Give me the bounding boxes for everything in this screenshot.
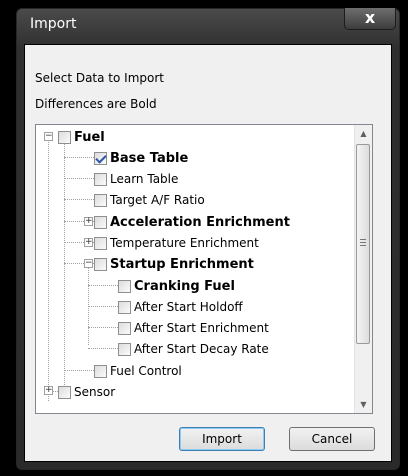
checkbox[interactable] bbox=[94, 215, 107, 229]
checkbox[interactable] bbox=[94, 364, 107, 378]
tree-item-label: Base Table bbox=[110, 150, 189, 166]
collapse-fuel-icon[interactable]: − bbox=[44, 132, 53, 141]
vertical-scrollbar[interactable]: ▲ ▼ bbox=[354, 125, 372, 413]
tree-item-label: Target A/F Ratio bbox=[110, 193, 205, 207]
tree-item-fuel[interactable]: Fuel bbox=[58, 127, 105, 147]
tree-line bbox=[88, 327, 118, 328]
checkbox[interactable] bbox=[118, 300, 131, 314]
checkbox[interactable] bbox=[94, 257, 107, 271]
grip-icon bbox=[360, 242, 366, 243]
expand-acceleration-icon[interactable]: + bbox=[84, 217, 93, 226]
tree-item-learn-table[interactable]: Learn Table bbox=[94, 169, 178, 189]
expand-temperature-icon[interactable]: + bbox=[84, 238, 93, 247]
checkbox[interactable] bbox=[118, 321, 131, 335]
expand-sensor-icon[interactable]: + bbox=[44, 386, 53, 395]
grip-icon bbox=[360, 239, 366, 240]
checkbox[interactable] bbox=[94, 172, 107, 186]
tree-item-after-start-holdoff[interactable]: After Start Holdoff bbox=[118, 297, 243, 317]
tree-line bbox=[88, 306, 118, 307]
tree-item-label: Startup Enrichment bbox=[110, 256, 254, 272]
checkbox[interactable] bbox=[118, 279, 131, 293]
tree-item-label: After Start Enrichment bbox=[134, 321, 269, 335]
tree-item-target-af-ratio[interactable]: Target A/F Ratio bbox=[94, 190, 205, 210]
tree-item-base-table[interactable]: Base Table bbox=[94, 148, 188, 168]
scroll-up-icon[interactable]: ▲ bbox=[355, 125, 372, 142]
data-tree[interactable]: − + + − + Fuel Base Table Learn Table Ta… bbox=[35, 124, 373, 414]
tree-line bbox=[88, 285, 118, 286]
cancel-button[interactable]: Cancel bbox=[289, 427, 375, 451]
tree-line bbox=[64, 199, 94, 200]
import-button[interactable]: Import bbox=[179, 427, 265, 451]
tree-item-sensor[interactable]: Sensor bbox=[58, 382, 115, 402]
tree-item-after-start-decay-rate[interactable]: After Start Decay Rate bbox=[118, 339, 269, 359]
select-data-label: Select Data to Import bbox=[35, 71, 164, 85]
tree-item-label: Temperature Enrichment bbox=[110, 236, 259, 250]
tree-item-label: Sensor bbox=[74, 385, 116, 399]
close-button[interactable]: x bbox=[344, 8, 396, 30]
scroll-down-icon[interactable]: ▼ bbox=[355, 396, 372, 413]
tree-item-label: Learn Table bbox=[110, 172, 179, 186]
tree-line bbox=[48, 137, 49, 401]
tree-item-cranking-fuel[interactable]: Cranking Fuel bbox=[118, 276, 235, 296]
tree-item-label: After Start Holdoff bbox=[134, 300, 243, 314]
checkbox[interactable] bbox=[58, 130, 71, 144]
dialog-body: Select Data to Import Differences are Bo… bbox=[24, 44, 392, 462]
scrollbar-thumb[interactable] bbox=[356, 144, 370, 344]
checkbox[interactable] bbox=[58, 385, 71, 399]
import-dialog: Import x Select Data to Import Differenc… bbox=[0, 0, 408, 476]
tree-item-label: After Start Decay Rate bbox=[134, 342, 269, 356]
tree-item-acceleration-enrichment[interactable]: Acceleration Enrichment bbox=[94, 212, 290, 232]
tree-line bbox=[88, 348, 118, 349]
collapse-startup-icon[interactable]: − bbox=[84, 259, 93, 268]
tree-item-fuel-control[interactable]: Fuel Control bbox=[94, 361, 182, 381]
tree-line bbox=[64, 370, 94, 371]
checkbox[interactable] bbox=[94, 236, 107, 250]
tree-line bbox=[64, 157, 94, 158]
tree-item-temperature-enrichment[interactable]: Temperature Enrichment bbox=[94, 233, 259, 253]
tree-item-label: Cranking Fuel bbox=[134, 278, 235, 294]
tree-item-label: Acceleration Enrichment bbox=[110, 214, 290, 230]
tree-item-startup-enrichment[interactable]: Startup Enrichment bbox=[94, 254, 254, 274]
tree-item-after-start-enrichment[interactable]: After Start Enrichment bbox=[118, 318, 269, 338]
close-icon: x bbox=[364, 8, 376, 27]
tree-line bbox=[64, 178, 94, 179]
differences-label: Differences are Bold bbox=[35, 97, 157, 111]
tree-item-label: Fuel bbox=[74, 129, 105, 145]
grip-icon bbox=[360, 245, 366, 246]
tree-line bbox=[88, 265, 89, 345]
checkbox[interactable] bbox=[94, 193, 107, 207]
window-title: Import bbox=[30, 16, 77, 32]
tree-item-label: Fuel Control bbox=[110, 364, 182, 378]
checkbox[interactable] bbox=[118, 342, 131, 356]
checkbox[interactable] bbox=[94, 151, 107, 165]
